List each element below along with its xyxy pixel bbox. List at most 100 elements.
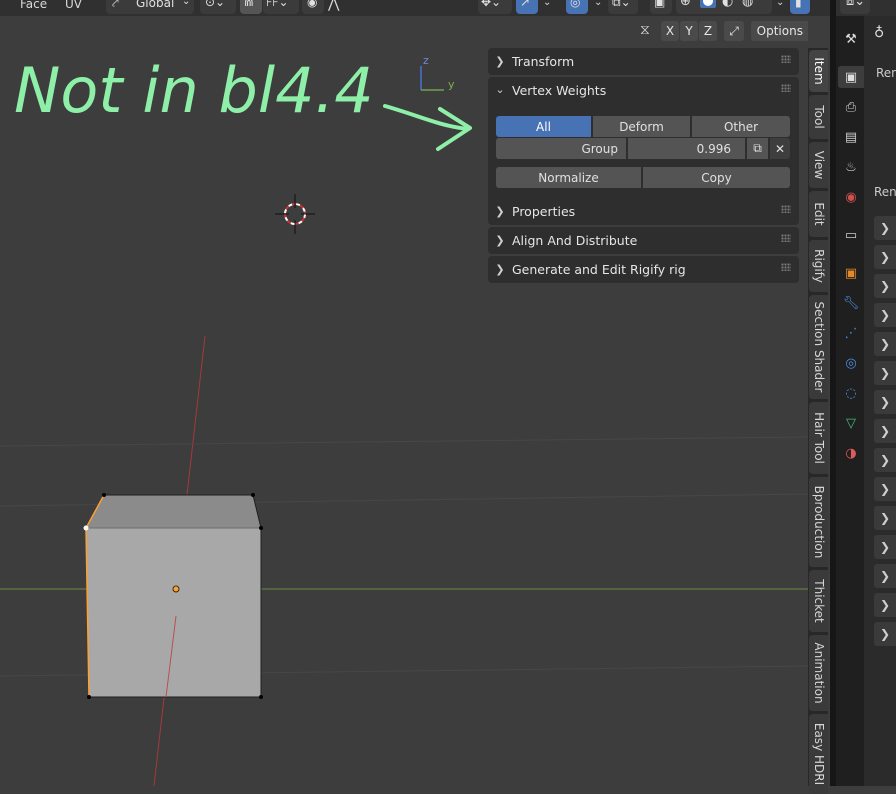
chevron-right-icon: ❯	[495, 234, 505, 247]
tab-tool[interactable]: Tool	[809, 95, 828, 139]
render-icon[interactable]: ▣	[838, 66, 864, 88]
tab-item[interactable]: Item	[809, 50, 828, 92]
data-mesh-icon[interactable]: ▽	[842, 414, 860, 432]
editor-mode-dropdown[interactable]: ⧉⌄	[608, 0, 638, 14]
proportional-edit-toggle[interactable]: ◉	[302, 0, 324, 14]
drag-grip-icon[interactable]	[781, 55, 791, 63]
paste-weight-button[interactable]: ⧉	[747, 138, 768, 159]
properties-panel-row[interactable]: ❯	[874, 419, 896, 443]
mirror-z-toggle[interactable]: Z	[699, 21, 717, 41]
material-icon[interactable]: ◑	[842, 444, 860, 462]
chevron-down-icon[interactable]: ⌄	[543, 0, 551, 8]
viewport-header: Face UV ⤤ Global ⌄ ⊙⌄ ⋒ ⊦⊦⌄ ◉ ⋀ ✥⌄ ↗ ⌄ ◎…	[0, 0, 830, 16]
orientation-dropdown[interactable]: ⤤ Global ⌄	[106, 0, 194, 14]
snap-target-dropdown[interactable]: ⊦⊦⌄	[263, 0, 299, 14]
topology-mirror-toggle[interactable]: ⤢	[724, 21, 744, 41]
wireframe-shading-icon[interactable]: ⊕	[680, 0, 691, 9]
shading-switcher[interactable]: ⊕ ◐ ◍	[676, 0, 772, 14]
rigify-panel-header[interactable]: ❯ Generate and Edit Rigify rig	[488, 256, 799, 283]
tab-view[interactable]: View	[809, 142, 828, 188]
snap-toggle[interactable]: ⋒	[240, 0, 262, 14]
properties-panel-row[interactable]: ❯	[874, 622, 896, 646]
world-icon[interactable]: ◉	[842, 188, 860, 206]
view-layer-icon[interactable]: ▤	[842, 128, 860, 146]
scene-icon[interactable]: ♨	[842, 158, 860, 176]
deform-filter-button[interactable]: Deform	[593, 116, 690, 137]
chevron-right-icon: ❯	[880, 540, 891, 554]
align-distribute-panel-header[interactable]: ❯ Align And Distribute	[488, 227, 799, 254]
pivot-dropdown[interactable]: ⊙⌄	[200, 0, 236, 14]
properties-panel-header[interactable]: ❯ Properties	[488, 198, 799, 225]
properties-panel-row[interactable]: ❯	[874, 332, 896, 356]
gizmo-y-label[interactable]: y	[448, 78, 455, 91]
chevron-down-icon[interactable]: ⌄	[776, 0, 784, 8]
topology-icon: ⤢	[729, 23, 739, 38]
material-shading-icon[interactable]: ◐	[722, 0, 733, 9]
copy-button[interactable]: Copy	[643, 167, 790, 188]
tab-rigify[interactable]: Rigify	[809, 240, 828, 292]
output-icon[interactable]: ⎙	[842, 98, 860, 116]
face-menu[interactable]: Face	[20, 0, 47, 11]
drag-grip-icon[interactable]	[781, 84, 791, 92]
properties-panel-row[interactable]: ❯	[874, 274, 896, 298]
object-icon[interactable]: ▣	[842, 264, 860, 282]
tab-animation[interactable]: Animation	[809, 635, 828, 711]
properties-tabs: ⚒ ▣ ⎙ ▤ ♨ ◉ ▭ ▣ 🔧︎ ⋰ ◎ ◌ ▽ ◑	[836, 16, 864, 786]
gizmo-z-label[interactable]: z	[423, 54, 429, 67]
tab-hair-tool[interactable]: Hair Tool	[809, 402, 828, 474]
normalize-button[interactable]: Normalize	[496, 167, 641, 188]
drag-grip-icon[interactable]	[781, 205, 791, 213]
transform-panel-header[interactable]: ❯ Transform	[488, 48, 799, 75]
properties-panel-row[interactable]: ❯	[874, 390, 896, 414]
tab-bproduction[interactable]: Bproduction	[809, 477, 828, 567]
tab-section-shader[interactable]: Section Shader	[809, 295, 828, 399]
collection-icon[interactable]: ▭	[842, 226, 860, 244]
pivot-icon: ⊙⌄	[205, 0, 226, 9]
properties-panel-row[interactable]: ❯	[874, 361, 896, 385]
active-tool-toggle[interactable]: ▮	[790, 0, 810, 14]
group-weight-field[interactable]: 0.996	[628, 138, 745, 159]
delete-weight-button[interactable]: ✕	[770, 138, 790, 159]
tab-easy-hdri[interactable]: Easy HDRI	[809, 714, 828, 794]
drag-grip-icon[interactable]	[781, 234, 791, 242]
all-filter-button[interactable]: All	[496, 116, 591, 137]
properties-panel-row[interactable]: ❯	[874, 477, 896, 501]
particles-icon[interactable]: ⋰	[842, 324, 860, 342]
uv-menu[interactable]: UV	[65, 0, 82, 11]
other-filter-button[interactable]: Other	[692, 116, 790, 137]
tab-thicket[interactable]: Thicket	[809, 570, 828, 632]
drag-grip-icon[interactable]	[781, 263, 791, 271]
xray-toggle[interactable]: ◎	[566, 0, 588, 14]
editor-type-dropdown[interactable]: ⧈⌄	[840, 0, 870, 14]
chevron-down-icon[interactable]: ⌄	[594, 0, 602, 8]
xray-alpha-toggle[interactable]: ▣	[650, 0, 672, 14]
properties-panel-row[interactable]: ❯	[874, 593, 896, 617]
properties-panel-row[interactable]: ❯	[874, 535, 896, 559]
chevron-down-icon[interactable]: ⌄	[488, 83, 512, 96]
overlay-toggle[interactable]: ↗	[516, 0, 538, 14]
physics-icon[interactable]: ◎	[842, 354, 860, 372]
chevron-right-icon: ❯	[880, 453, 891, 467]
mirror-y-toggle[interactable]: Y	[680, 21, 698, 41]
properties-content: ♁ Ren Ren ❯ ❯ ❯ ❯ ❯ ❯ ❯ ❯ ❯ ❯ ❯ ❯ ❯ ❯ ❯	[864, 16, 896, 786]
constraints-icon[interactable]: ◌	[842, 384, 860, 402]
properties-panel-row[interactable]: ❯	[874, 448, 896, 472]
chevron-right-icon: ❯	[880, 627, 891, 641]
tool-icon[interactable]: ⚒	[842, 30, 860, 48]
solid-shading-icon[interactable]	[700, 0, 716, 8]
modifier-wrench-icon[interactable]: 🔧︎	[842, 294, 860, 312]
falloff-icon[interactable]: ⋀	[328, 0, 339, 12]
mirror-x-toggle[interactable]: X	[661, 21, 679, 41]
tab-edit[interactable]: Edit	[809, 191, 828, 237]
gizmo-dropdown[interactable]: ✥⌄	[478, 0, 512, 14]
vertex-weights-title[interactable]: Vertex Weights	[512, 83, 606, 98]
chevron-right-icon: ❯	[880, 366, 891, 380]
properties-panel-row[interactable]: ❯	[874, 564, 896, 588]
properties-panel-row[interactable]: ❯	[874, 245, 896, 269]
properties-panel-row[interactable]: ❯	[874, 506, 896, 530]
rendered-shading-icon[interactable]: ◍	[742, 0, 753, 9]
overlay-icon: ↗	[520, 0, 531, 9]
properties-panel-row[interactable]: ❯	[874, 216, 896, 240]
properties-panel-row[interactable]: ❯	[874, 303, 896, 327]
options-dropdown[interactable]: Options ⌄	[751, 21, 808, 41]
